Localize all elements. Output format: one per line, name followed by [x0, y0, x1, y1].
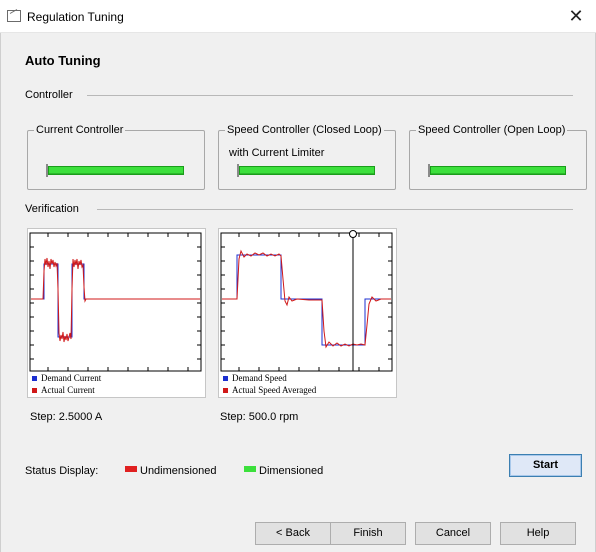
speed-step-value: Step: 500.0 rpm — [220, 411, 299, 423]
speed-open-loop-group: Speed Controller (Open Loop) — [409, 124, 587, 190]
current-step-value: Step: 2.5000 A — [30, 411, 103, 423]
cancel-button[interactable]: Cancel — [415, 522, 491, 545]
legend-actual-speed-marker — [223, 388, 228, 393]
dimensioned-swatch — [244, 466, 256, 472]
speed-step-plot: Demand Speed Actual Speed Averaged — [218, 228, 397, 398]
time-cursor-handle[interactable] — [349, 230, 357, 238]
close-button[interactable]: ✕ — [566, 6, 586, 26]
controller-section-label: Controller — [25, 89, 79, 101]
speed-closed-loop-subtitle: with Current Limiter — [229, 147, 325, 159]
speed-open-loop-title: Speed Controller (Open Loop) — [416, 124, 568, 136]
controller-divider — [87, 95, 573, 96]
legend-demand-speed-marker — [223, 376, 228, 381]
page-title: Auto Tuning — [25, 53, 101, 68]
current-controller-title: Current Controller — [34, 124, 126, 136]
speed-open-loop-status-bar — [428, 164, 566, 177]
speed-closed-loop-status-bar — [237, 164, 375, 177]
legend-actual-speed-averaged: Actual Speed Averaged — [232, 385, 317, 395]
plot-frame — [29, 232, 202, 372]
start-button[interactable]: Start — [509, 454, 582, 477]
speed-closed-loop-group: Speed Controller (Closed Loop) with Curr… — [218, 124, 396, 190]
dialog-body: Auto Tuning Controller Current Controlle… — [0, 33, 596, 552]
current-controller-status-bar — [46, 164, 184, 177]
undimensioned-label: Undimensioned — [140, 465, 217, 477]
legend-actual-current: Actual Current — [41, 385, 95, 395]
legend-demand-current: Demand Current — [41, 373, 102, 383]
back-button[interactable]: < Back — [255, 522, 331, 545]
undimensioned-swatch — [125, 466, 137, 472]
legend-demand-speed: Demand Speed — [232, 373, 287, 383]
current-step-chart — [29, 232, 202, 393]
title-bar: Regulation Tuning ✕ — [0, 0, 596, 33]
current-step-plot: Demand Current Actual Current — [27, 228, 206, 398]
app-icon — [7, 10, 21, 22]
speed-closed-loop-title: Speed Controller (Closed Loop) — [225, 124, 384, 136]
verification-divider — [97, 209, 573, 210]
speed-step-chart — [220, 230, 393, 393]
window-title: Regulation Tuning — [27, 10, 124, 24]
dimensioned-label: Dimensioned — [259, 465, 324, 477]
status-display-label: Status Display: — [25, 465, 99, 477]
verification-section-label: Verification — [25, 203, 85, 215]
legend-actual-current-marker — [32, 388, 37, 393]
legend-demand-current-marker — [32, 376, 37, 381]
current-controller-group: Current Controller — [27, 124, 205, 190]
help-button[interactable]: Help — [500, 522, 576, 545]
finish-button[interactable]: Finish — [330, 522, 406, 545]
